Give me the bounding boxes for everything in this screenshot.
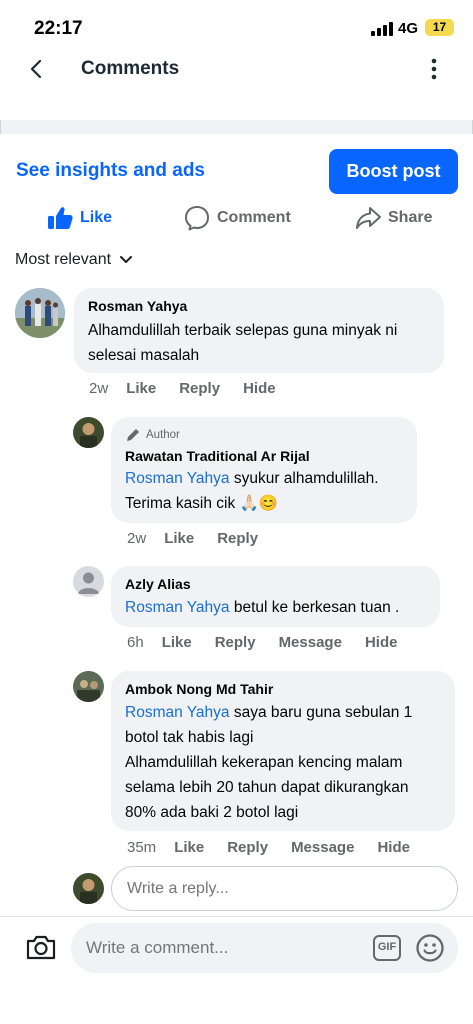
comment-like-button[interactable]: Like [164,530,194,547]
comment-text-line: selesai masalah [88,347,200,364]
comment-meta: 2w Like Reply [127,530,281,547]
battery-icon: 17 [425,19,454,36]
comment-age: 2w [127,530,147,547]
comment-age: 6h [127,634,144,651]
comment-reply-button[interactable]: Reply [227,839,268,856]
post-action-row: Like Comment Share [0,200,473,236]
reply-input[interactable] [112,867,457,910]
signal-icon [371,22,395,36]
back-arrow-icon[interactable] [26,56,48,82]
comment-reply-button[interactable]: Reply [217,530,258,547]
emoji-icon[interactable] [415,933,445,963]
comment-meta: 35m Like Reply Message Hide [127,839,433,856]
comment-bubble[interactable]: Author Rawatan Traditional Ar Rijal Rosm… [111,417,417,523]
comment-text-line: Rosman Yahya saya baru guna sebulan 1 [125,704,413,721]
default-avatar-icon[interactable] [73,566,104,597]
gif-icon[interactable]: GIF [373,935,401,961]
like-button[interactable]: Like [46,200,112,236]
commenter-name[interactable]: Azly Alias [125,575,426,593]
pen-icon [127,429,139,441]
thumbs-up-icon [48,207,73,229]
comment-text-line: Rosman Yahya betul ke berkesan tuan . [125,599,400,616]
author-badge-label: Author [146,429,180,441]
comment-like-button[interactable]: Like [126,380,156,397]
my-avatar [73,873,104,904]
more-options-icon[interactable] [423,56,445,82]
comment-input[interactable] [71,923,361,973]
comment-box: GIF [71,923,458,973]
comment-button[interactable]: Comment [183,200,291,236]
comment-age: 35m [127,839,157,856]
reply-box [111,866,458,911]
sort-dropdown[interactable]: Most relevant [15,251,133,269]
mention-link[interactable]: Rosman Yahya [125,704,230,721]
header-bar: Comments [0,50,473,90]
status-bar: 22:17 4G 17 [0,0,473,50]
mention-link[interactable]: Rosman Yahya [125,599,230,616]
commenter-name[interactable]: Rawatan Traditional Ar Rijal [125,447,403,465]
comment-bubble[interactable]: Azly Alias Rosman Yahya betul ke berkesa… [111,566,440,627]
comment-hide-button[interactable]: Hide [377,839,410,856]
network-type: 4G [398,20,419,37]
camera-icon[interactable] [25,933,57,961]
page-title: Comments [81,58,180,79]
see-insights-link[interactable]: See insights and ads [16,160,205,182]
comment-message-button[interactable]: Message [291,839,354,856]
comment-reply-button[interactable]: Reply [179,380,220,397]
comment-text-line: selama lebih 20 tahun dapat dikurangkan [125,779,409,796]
comment-text-line: Alhamdulillah terbaik selepas guna minya… [88,322,398,339]
sort-label: Most relevant [15,251,112,268]
comment-hide-button[interactable]: Hide [365,634,398,651]
comment-like-button[interactable]: Like [162,634,192,651]
comment-hide-button[interactable]: Hide [243,380,276,397]
avatar[interactable] [73,671,104,702]
mention-link[interactable]: Rosman Yahya [125,470,230,487]
boost-post-button[interactable]: Boost post [329,149,458,194]
comment-text-line: Terima kasih cik 🙏🏻😊 [125,495,279,512]
commenter-name[interactable]: Rosman Yahya [88,297,430,315]
comment-reply-button[interactable]: Reply [215,634,256,651]
comment-message-button[interactable]: Message [279,634,342,651]
share-button[interactable]: Share [354,200,432,236]
comment-meta: 6h Like Reply Message Hide [127,634,420,651]
like-label: Like [80,209,113,226]
share-label: Share [388,209,433,226]
avatar[interactable] [73,417,104,448]
chevron-down-icon [120,256,133,263]
comment-text-line: 80% ada baki 2 botol lagi [125,804,299,821]
avatar[interactable] [15,288,65,338]
author-badge: Author [125,427,403,443]
comment-meta: 2w Like Reply Hide [89,380,299,397]
comment-label: Comment [217,209,291,226]
status-time: 22:17 [34,18,83,39]
comment-like-button[interactable]: Like [174,839,204,856]
post-preview-strip [0,120,473,134]
comment-bubble-icon [185,206,209,231]
comment-text-line: Rosman Yahya syukur alhamdulillah. [125,470,379,487]
comment-age: 2w [89,380,109,397]
comment-text-line: botol tak habis lagi [125,729,254,746]
comment-bubble[interactable]: Ambok Nong Md Tahir Rosman Yahya saya ba… [111,671,455,831]
commenter-name[interactable]: Ambok Nong Md Tahir [125,680,441,698]
share-arrow-icon [356,207,381,229]
comment-bubble[interactable]: Rosman Yahya Alhamdulillah terbaik selep… [74,288,444,373]
divider [0,916,473,917]
comment-text-line: Alhamdulillah kekerapan kencing malam [125,754,403,771]
